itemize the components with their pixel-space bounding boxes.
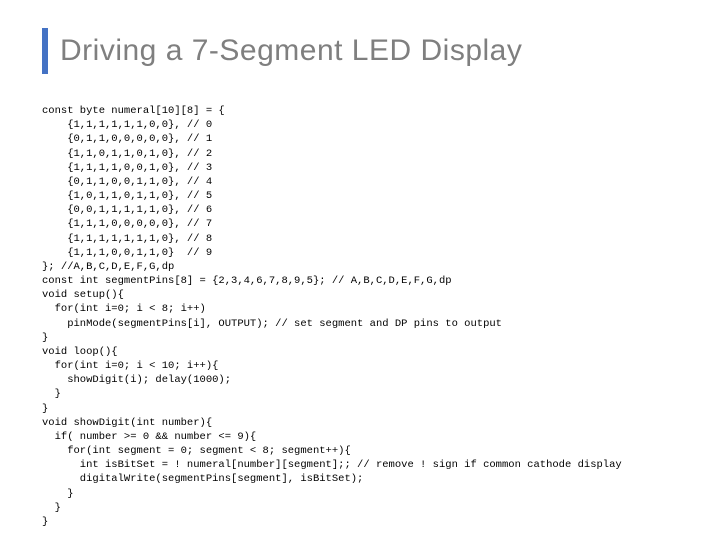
title-accent [42,28,48,74]
code-block: const byte numeral[10][8] = { {1,1,1,1,1… [42,104,678,529]
title-bar: Driving a 7-Segment LED Display [42,28,678,74]
slide-title: Driving a 7-Segment LED Display [60,34,522,68]
